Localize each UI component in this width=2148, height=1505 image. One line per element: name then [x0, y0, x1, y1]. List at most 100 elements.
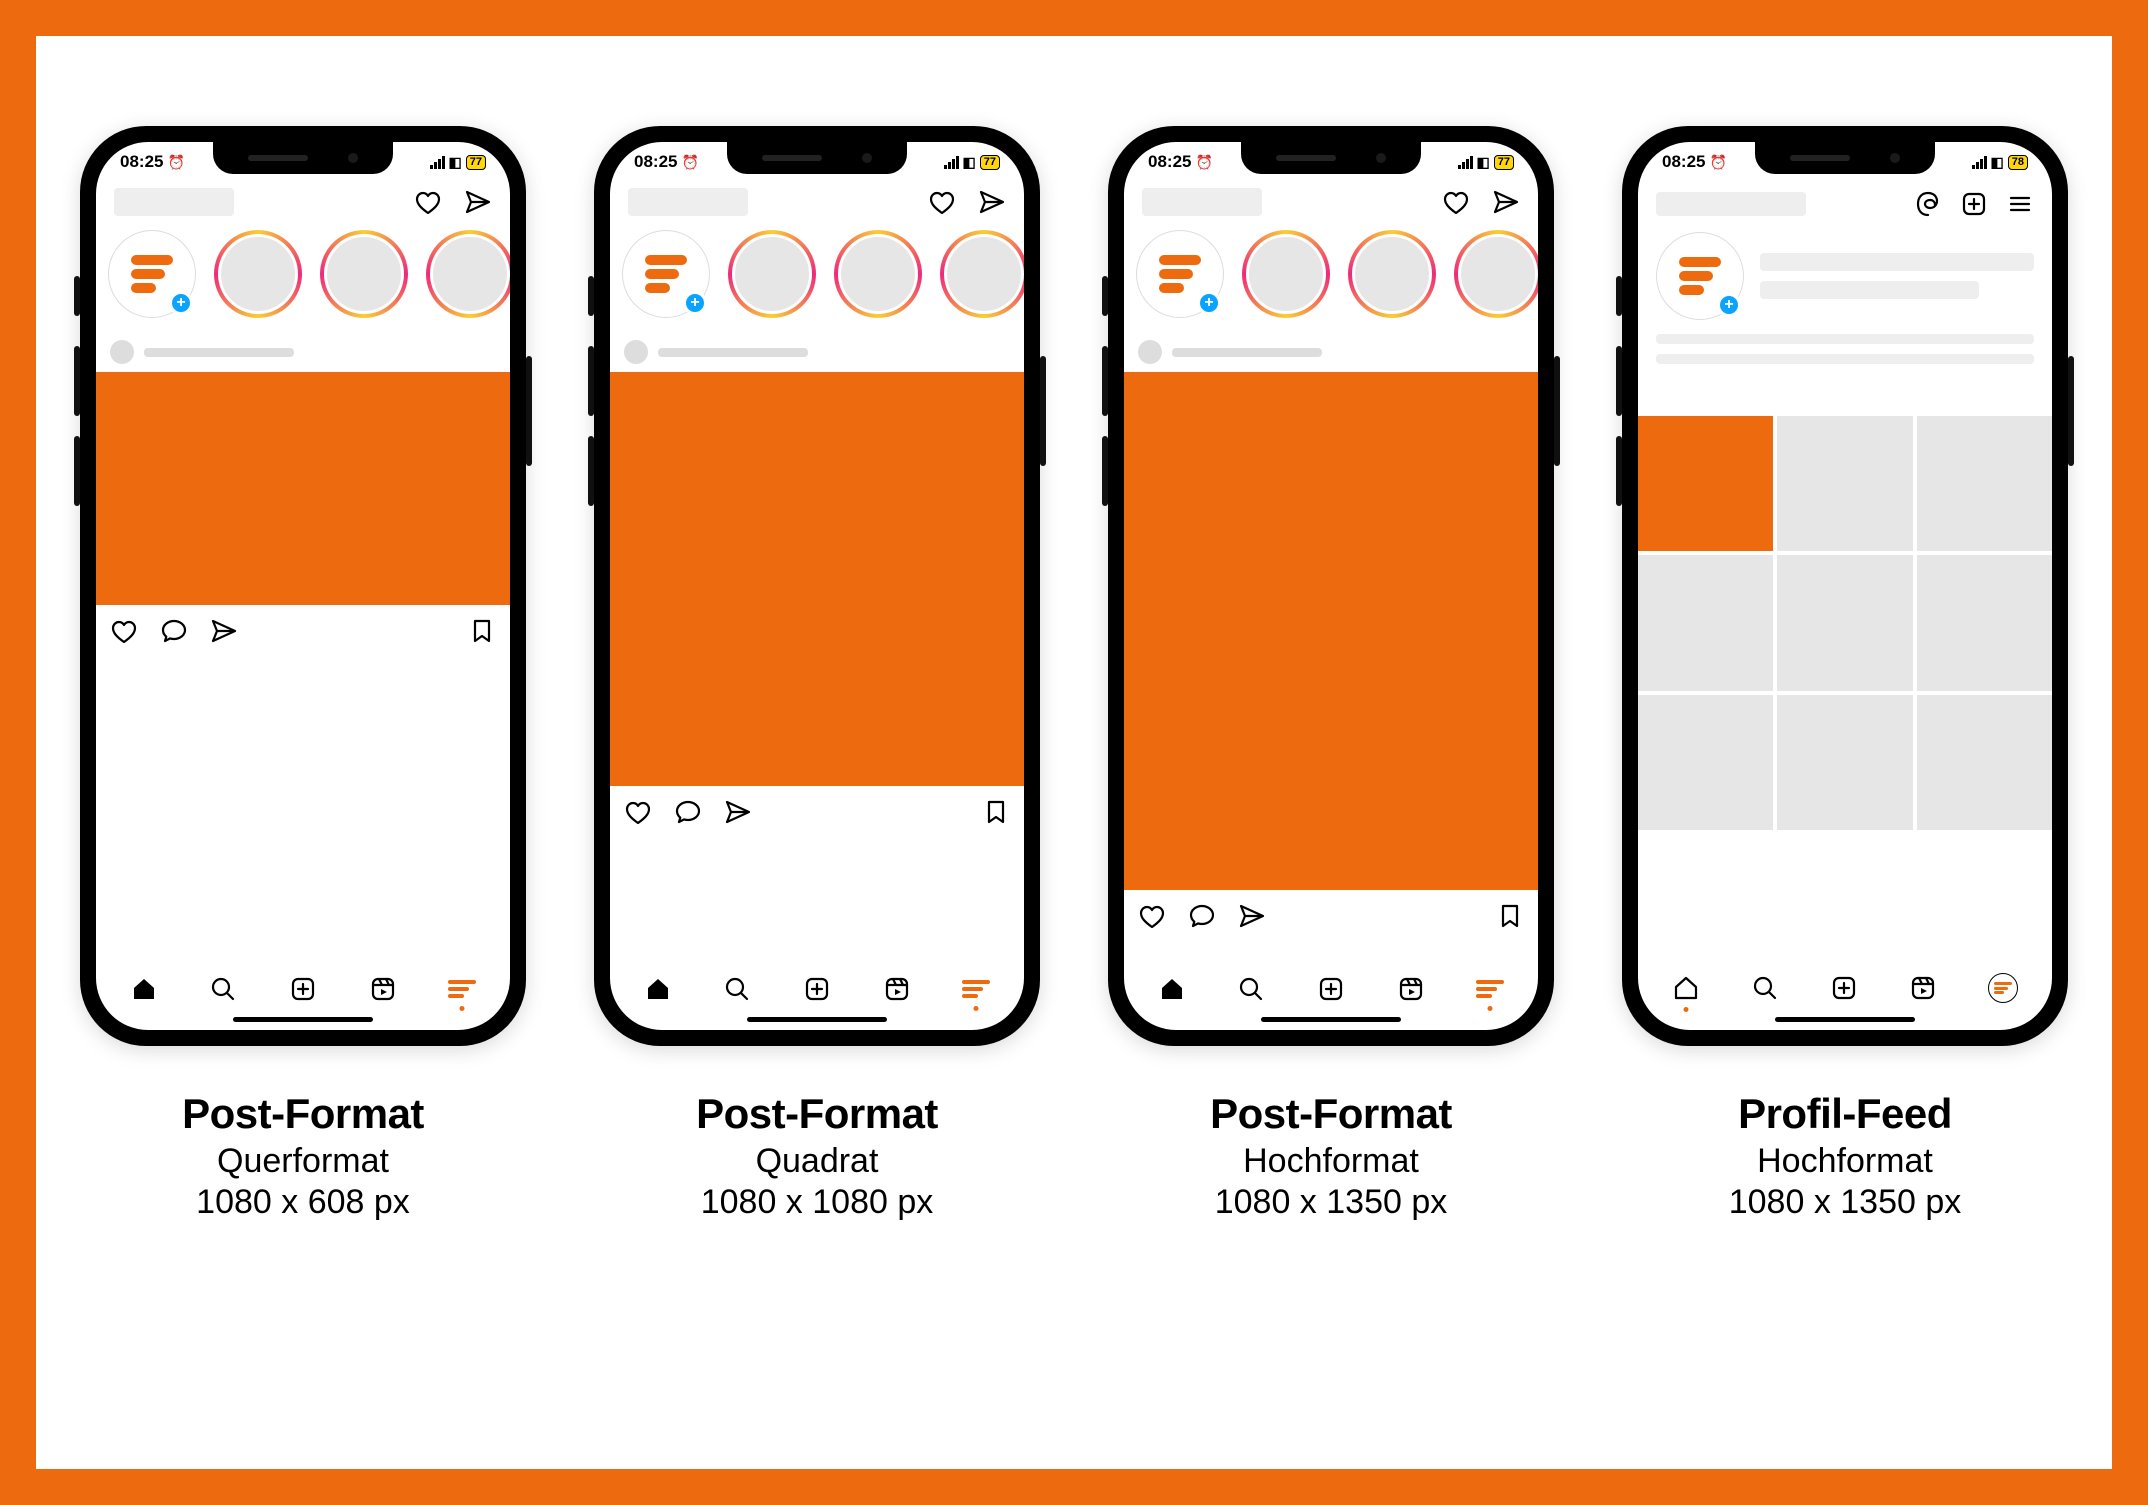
grid-post[interactable] [1638, 695, 1773, 830]
messages-send-icon[interactable] [464, 188, 492, 216]
like-icon[interactable] [624, 798, 652, 826]
nav-home[interactable] [644, 975, 672, 1003]
nav-add[interactable] [289, 975, 317, 1003]
nav-home[interactable] [1158, 975, 1186, 1003]
stat-placeholder [1760, 281, 1979, 299]
nav-profile[interactable] [962, 977, 990, 1001]
col-landscape: 08:25 ⏰ ◧ 77 [80, 126, 526, 1222]
nav-search[interactable] [1751, 974, 1779, 1002]
profile-avatar[interactable]: + [1656, 232, 1744, 320]
post-author-avatar[interactable] [624, 340, 648, 364]
stories-row[interactable]: + [610, 226, 1024, 332]
like-icon[interactable] [1138, 902, 1166, 930]
brand-logo-icon [645, 251, 687, 297]
story-item[interactable] [1348, 230, 1436, 318]
app-topbar [610, 182, 1024, 226]
grid-post[interactable] [1638, 555, 1773, 690]
activity-heart-icon[interactable] [928, 188, 956, 216]
story-item[interactable] [214, 230, 302, 318]
post-header[interactable] [96, 332, 510, 372]
story-item[interactable] [426, 230, 510, 318]
profile-circle-icon [1988, 973, 2018, 1003]
nav-add[interactable] [1830, 974, 1858, 1002]
like-icon[interactable] [110, 617, 138, 645]
home-indicator[interactable] [1775, 1017, 1915, 1022]
grid-post[interactable] [1777, 695, 1912, 830]
menu-icon[interactable] [2006, 190, 2034, 218]
share-icon[interactable] [724, 798, 752, 826]
nav-reels[interactable] [1909, 974, 1937, 1002]
messages-send-icon[interactable] [978, 188, 1006, 216]
grid-post[interactable] [1917, 555, 2052, 690]
grid-post[interactable] [1917, 416, 2052, 551]
your-story[interactable]: + [1136, 230, 1224, 318]
stories-row[interactable]: + [96, 226, 510, 332]
activity-heart-icon[interactable] [414, 188, 442, 216]
post-image-portrait[interactable] [1124, 372, 1538, 890]
story-item[interactable] [940, 230, 1024, 318]
nav-profile-active[interactable] [1988, 973, 2018, 1003]
add-story-badge[interactable]: + [683, 291, 707, 315]
home-indicator[interactable] [233, 1017, 373, 1022]
nav-search[interactable] [209, 975, 237, 1003]
create-icon[interactable] [1960, 190, 1988, 218]
signal-icon [1972, 156, 1987, 169]
story-item[interactable] [1242, 230, 1330, 318]
comment-icon[interactable] [674, 798, 702, 826]
nav-search[interactable] [723, 975, 751, 1003]
stories-row[interactable]: + [1124, 226, 1538, 332]
nav-profile[interactable] [448, 977, 476, 1001]
share-icon[interactable] [210, 617, 238, 645]
app-logo-placeholder [1142, 188, 1262, 216]
post-actions [610, 786, 1024, 838]
post-actions [96, 605, 510, 657]
nav-profile[interactable] [1476, 977, 1504, 1001]
home-indicator[interactable] [747, 1017, 887, 1022]
post-author-name-placeholder [658, 348, 808, 357]
story-item[interactable] [320, 230, 408, 318]
comment-icon[interactable] [160, 617, 188, 645]
save-bookmark-icon[interactable] [982, 798, 1010, 826]
post-image-landscape[interactable] [96, 372, 510, 605]
add-story-badge[interactable]: + [1197, 291, 1221, 315]
grid-post[interactable] [1777, 416, 1912, 551]
nav-search[interactable] [1237, 975, 1265, 1003]
nav-reels[interactable] [883, 975, 911, 1003]
grid-post[interactable] [1777, 555, 1912, 690]
add-story-badge[interactable]: + [1717, 293, 1741, 317]
signal-icon [1458, 156, 1473, 169]
nav-reels[interactable] [1397, 975, 1425, 1003]
home-indicator[interactable] [1261, 1017, 1401, 1022]
post-author-avatar[interactable] [1138, 340, 1162, 364]
post-image-square[interactable] [610, 372, 1024, 786]
nav-home[interactable] [130, 975, 158, 1003]
story-item[interactable] [728, 230, 816, 318]
share-icon[interactable] [1238, 902, 1266, 930]
nav-home[interactable] [1672, 974, 1700, 1002]
grid-post[interactable] [1917, 695, 2052, 830]
comment-icon[interactable] [1188, 902, 1216, 930]
nav-add[interactable] [803, 975, 831, 1003]
bottom-nav [610, 961, 1024, 1009]
post-header[interactable] [610, 332, 1024, 372]
story-item[interactable] [1454, 230, 1538, 318]
caption-portrait: Post-Format Hochformat 1080 x 1350 px [1210, 1090, 1452, 1222]
post-header[interactable] [1124, 332, 1538, 372]
nav-add[interactable] [1317, 975, 1345, 1003]
add-icon [289, 975, 317, 1003]
username-placeholder[interactable] [1656, 192, 1806, 216]
activity-heart-icon[interactable] [1442, 188, 1470, 216]
post-author-name-placeholder [144, 348, 294, 357]
post-author-avatar[interactable] [110, 340, 134, 364]
story-item[interactable] [834, 230, 922, 318]
save-bookmark-icon[interactable] [468, 617, 496, 645]
add-story-badge[interactable]: + [169, 291, 193, 315]
nav-reels[interactable] [369, 975, 397, 1003]
grid-post-highlight[interactable] [1638, 416, 1773, 551]
your-story[interactable]: + [108, 230, 196, 318]
save-bookmark-icon[interactable] [1496, 902, 1524, 930]
profile-stats [1760, 253, 2034, 299]
threads-icon[interactable] [1914, 190, 1942, 218]
your-story[interactable]: + [622, 230, 710, 318]
messages-send-icon[interactable] [1492, 188, 1520, 216]
